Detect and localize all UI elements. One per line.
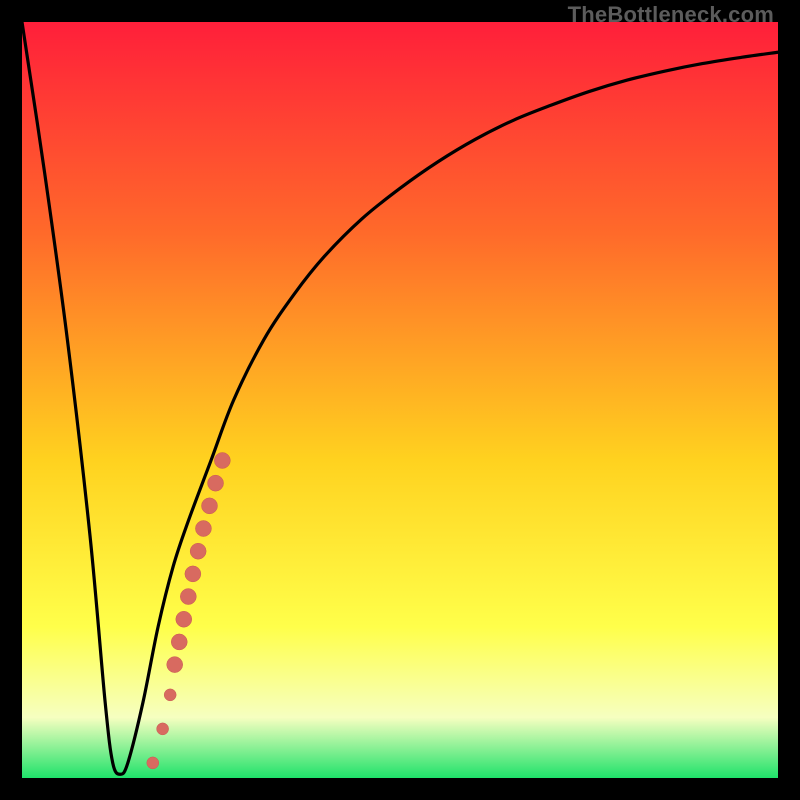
data-marker [147, 757, 159, 769]
watermark-text: TheBottleneck.com [568, 2, 774, 28]
data-marker [171, 634, 187, 650]
chart-svg [22, 22, 778, 778]
data-marker [180, 589, 196, 605]
data-marker [157, 723, 169, 735]
data-marker [176, 611, 192, 627]
data-marker [214, 452, 230, 468]
data-marker [167, 657, 183, 673]
plot-area [22, 22, 778, 778]
data-marker [185, 566, 201, 582]
gradient-background [22, 22, 778, 778]
data-marker [201, 498, 217, 514]
data-marker [195, 521, 211, 537]
data-marker [190, 543, 206, 559]
data-marker [164, 689, 176, 701]
chart-frame: TheBottleneck.com [0, 0, 800, 800]
data-marker [208, 475, 224, 491]
